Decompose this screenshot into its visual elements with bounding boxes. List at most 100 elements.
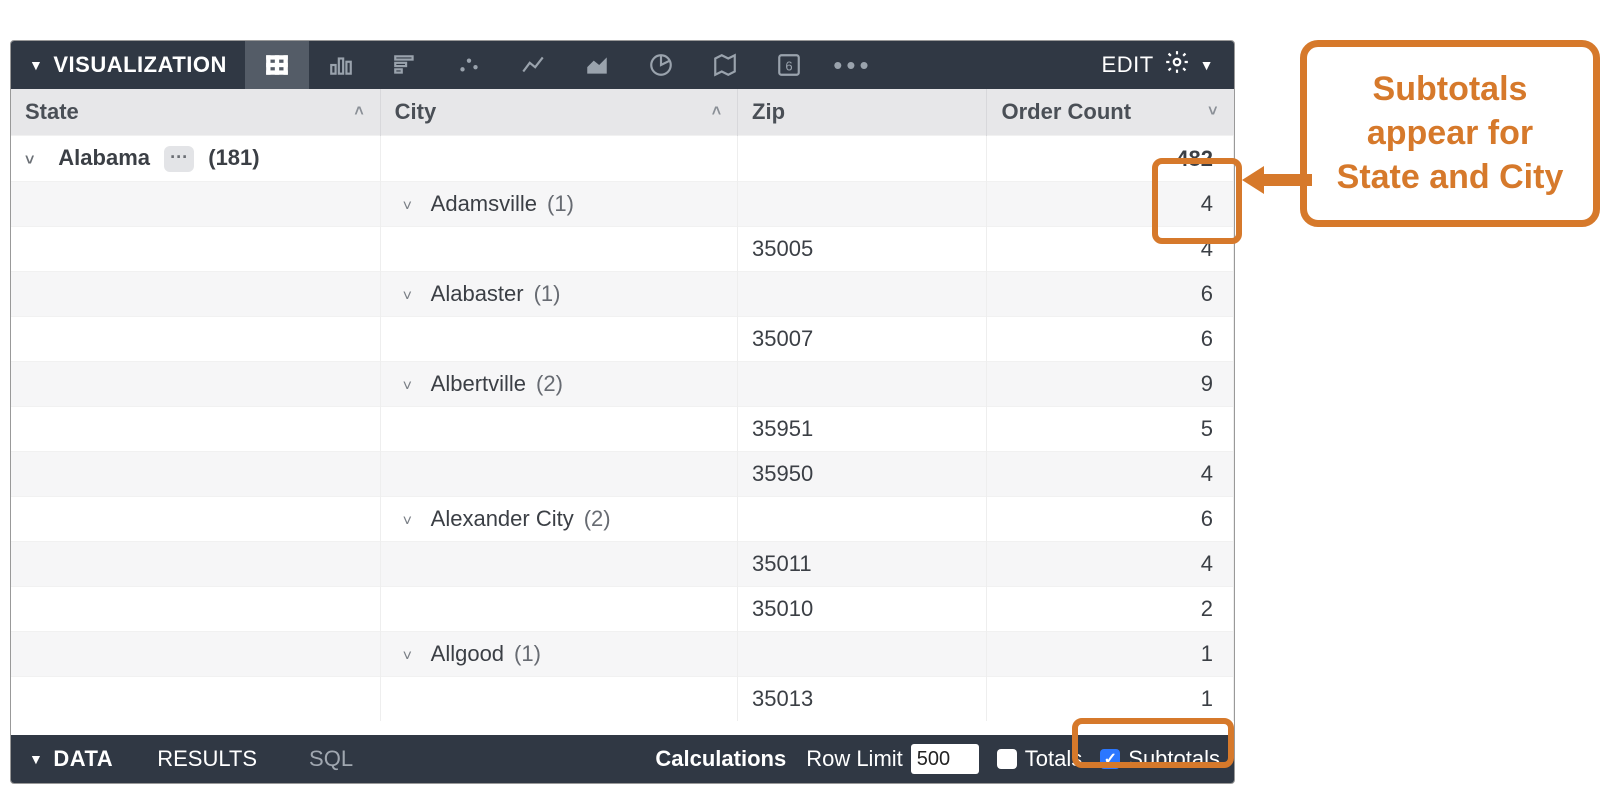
collapse-icon[interactable]: ˅ — [403, 378, 421, 396]
state-subtotal-row: ˅ Alabama ··· (181) 482 — [11, 136, 1234, 182]
zip-cell — [738, 632, 987, 677]
city-subtotal-cell[interactable]: ˅Albertville(2) — [380, 362, 737, 407]
column-header-state[interactable]: State ˄ — [11, 89, 380, 136]
tab-results[interactable]: RESULTS — [131, 735, 283, 783]
gear-icon — [1164, 49, 1190, 81]
city-subtotal-cell[interactable]: ˅ Adamsville (1) — [380, 182, 737, 227]
state-order-subtotal: 482 — [987, 136, 1234, 182]
city-row-count: (1) — [547, 191, 574, 216]
viz-bar-button[interactable] — [309, 41, 373, 89]
viz-more-button[interactable]: ••• — [821, 41, 885, 89]
caret-down-icon: ▼ — [29, 57, 43, 73]
order-count-cell: 4 — [987, 227, 1234, 272]
table-row: 350102 — [11, 587, 1234, 632]
viz-table-button[interactable] — [245, 41, 309, 89]
order-count-cell: 4 — [987, 542, 1234, 587]
zip-cell — [738, 362, 987, 407]
zip-cell — [738, 272, 987, 317]
table-row: 350114 — [11, 542, 1234, 587]
annotation-callout: Subtotals appear for State and City — [1300, 40, 1600, 227]
viz-area-button[interactable] — [565, 41, 629, 89]
order-count-cell: 6 — [987, 317, 1234, 362]
zip-cell: 35010 — [738, 587, 987, 632]
data-toolbar: ▼ DATA RESULTS SQL Calculations Row Limi… — [11, 735, 1234, 783]
viz-line-button[interactable] — [501, 41, 565, 89]
visualization-toolbar: ▼ VISUALIZATION 6 ••• — [11, 41, 1234, 89]
zip-cell: 35013 — [738, 677, 987, 722]
city-subtotal-cell[interactable]: ˅Alexander City(2) — [380, 497, 737, 542]
visualization-section-toggle[interactable]: ▼ VISUALIZATION — [11, 41, 245, 89]
sort-desc-icon[interactable]: ˅ — [1208, 103, 1217, 121]
city-row-count: (2) — [536, 371, 563, 396]
viz-scatter-button[interactable] — [437, 41, 501, 89]
table-row: ˅Allgood(1)1 — [11, 632, 1234, 677]
checkbox-unchecked-icon — [997, 749, 1017, 769]
table-row: ˅ Alabaster (1) 6 — [11, 272, 1234, 317]
more-actions-pill[interactable]: ··· — [164, 146, 194, 172]
zip-cell — [738, 497, 987, 542]
caret-down-icon: ▼ — [29, 751, 43, 767]
row-limit-label: Row Limit — [806, 746, 903, 772]
viz-map-button[interactable] — [693, 41, 757, 89]
annotation-arrow-icon — [1242, 160, 1312, 200]
order-count-cell: 4 — [987, 182, 1234, 227]
table-header-row: State ˄ City ˄ Zip Order Count ˅ — [11, 89, 1234, 136]
subtotals-checkbox[interactable]: Subtotals — [1100, 746, 1220, 772]
zip-cell — [738, 182, 987, 227]
order-count-cell: 5 — [987, 407, 1234, 452]
state-row-count: (181) — [208, 145, 259, 170]
zip-cell: 35950 — [738, 452, 987, 497]
calculations-button[interactable]: Calculations — [655, 746, 786, 772]
order-count-cell: 1 — [987, 677, 1234, 722]
viz-single-value-button[interactable]: 6 — [757, 41, 821, 89]
table-row: ˅Alexander City(2)6 — [11, 497, 1234, 542]
sort-asc-icon[interactable]: ˄ — [712, 103, 721, 121]
zip-cell: 35007 — [738, 317, 987, 362]
tab-sql[interactable]: SQL — [283, 735, 379, 783]
city-row-count: (1) — [514, 641, 541, 666]
collapse-icon[interactable]: ˅ — [403, 648, 421, 666]
edit-visualization-button[interactable]: EDIT ▼ — [1102, 49, 1234, 81]
column-header-order-count[interactable]: Order Count ˅ — [987, 89, 1234, 136]
city-row-count: (1) — [534, 281, 561, 306]
table-row: 359504 — [11, 452, 1234, 497]
caret-down-icon: ▼ — [1200, 57, 1214, 73]
table-row: 359515 — [11, 407, 1234, 452]
column-header-zip[interactable]: Zip — [738, 89, 987, 136]
zip-cell: 35951 — [738, 407, 987, 452]
data-section-toggle[interactable]: ▼ DATA — [11, 735, 131, 783]
city-subtotal-cell[interactable]: ˅ Alabaster (1) — [380, 272, 737, 317]
order-count-cell: 6 — [987, 272, 1234, 317]
order-count-cell: 4 — [987, 452, 1234, 497]
collapse-icon[interactable]: ˅ — [403, 513, 421, 531]
row-limit-input[interactable] — [911, 744, 979, 774]
order-count-cell: 6 — [987, 497, 1234, 542]
svg-text:6: 6 — [785, 58, 792, 73]
table-row: 350076 — [11, 317, 1234, 362]
sort-asc-icon[interactable]: ˄ — [354, 103, 363, 121]
state-cell[interactable]: ˅ Alabama ··· (181) — [11, 136, 380, 182]
data-label: DATA — [53, 746, 113, 772]
data-table: State ˄ City ˄ Zip Order Count ˅ ˅ — [11, 89, 1234, 721]
table-row: 350131 — [11, 677, 1234, 722]
zip-cell: 35005 — [738, 227, 987, 272]
table-row: ˅ Adamsville (1) 4 — [11, 182, 1234, 227]
collapse-icon[interactable]: ˅ — [25, 152, 43, 170]
checkbox-checked-icon — [1100, 749, 1120, 769]
city-subtotal-cell[interactable]: ˅Allgood(1) — [380, 632, 737, 677]
state-name: Alabama — [58, 145, 150, 170]
collapse-icon[interactable]: ˅ — [403, 198, 421, 216]
zip-cell: 35011 — [738, 542, 987, 587]
column-header-city[interactable]: City ˄ — [380, 89, 737, 136]
order-count-cell: 2 — [987, 587, 1234, 632]
visualization-label: VISUALIZATION — [53, 52, 227, 78]
city-name: Alexander City — [431, 506, 574, 531]
viz-pie-button[interactable] — [629, 41, 693, 89]
city-name: Alabaster — [431, 281, 524, 306]
viz-horizontal-bar-button[interactable] — [373, 41, 437, 89]
city-name: Adamsville — [431, 191, 537, 216]
table-row: ˅Albertville(2)9 — [11, 362, 1234, 407]
totals-checkbox[interactable]: Totals — [997, 746, 1082, 772]
edit-label: EDIT — [1102, 52, 1154, 78]
collapse-icon[interactable]: ˅ — [403, 288, 421, 306]
